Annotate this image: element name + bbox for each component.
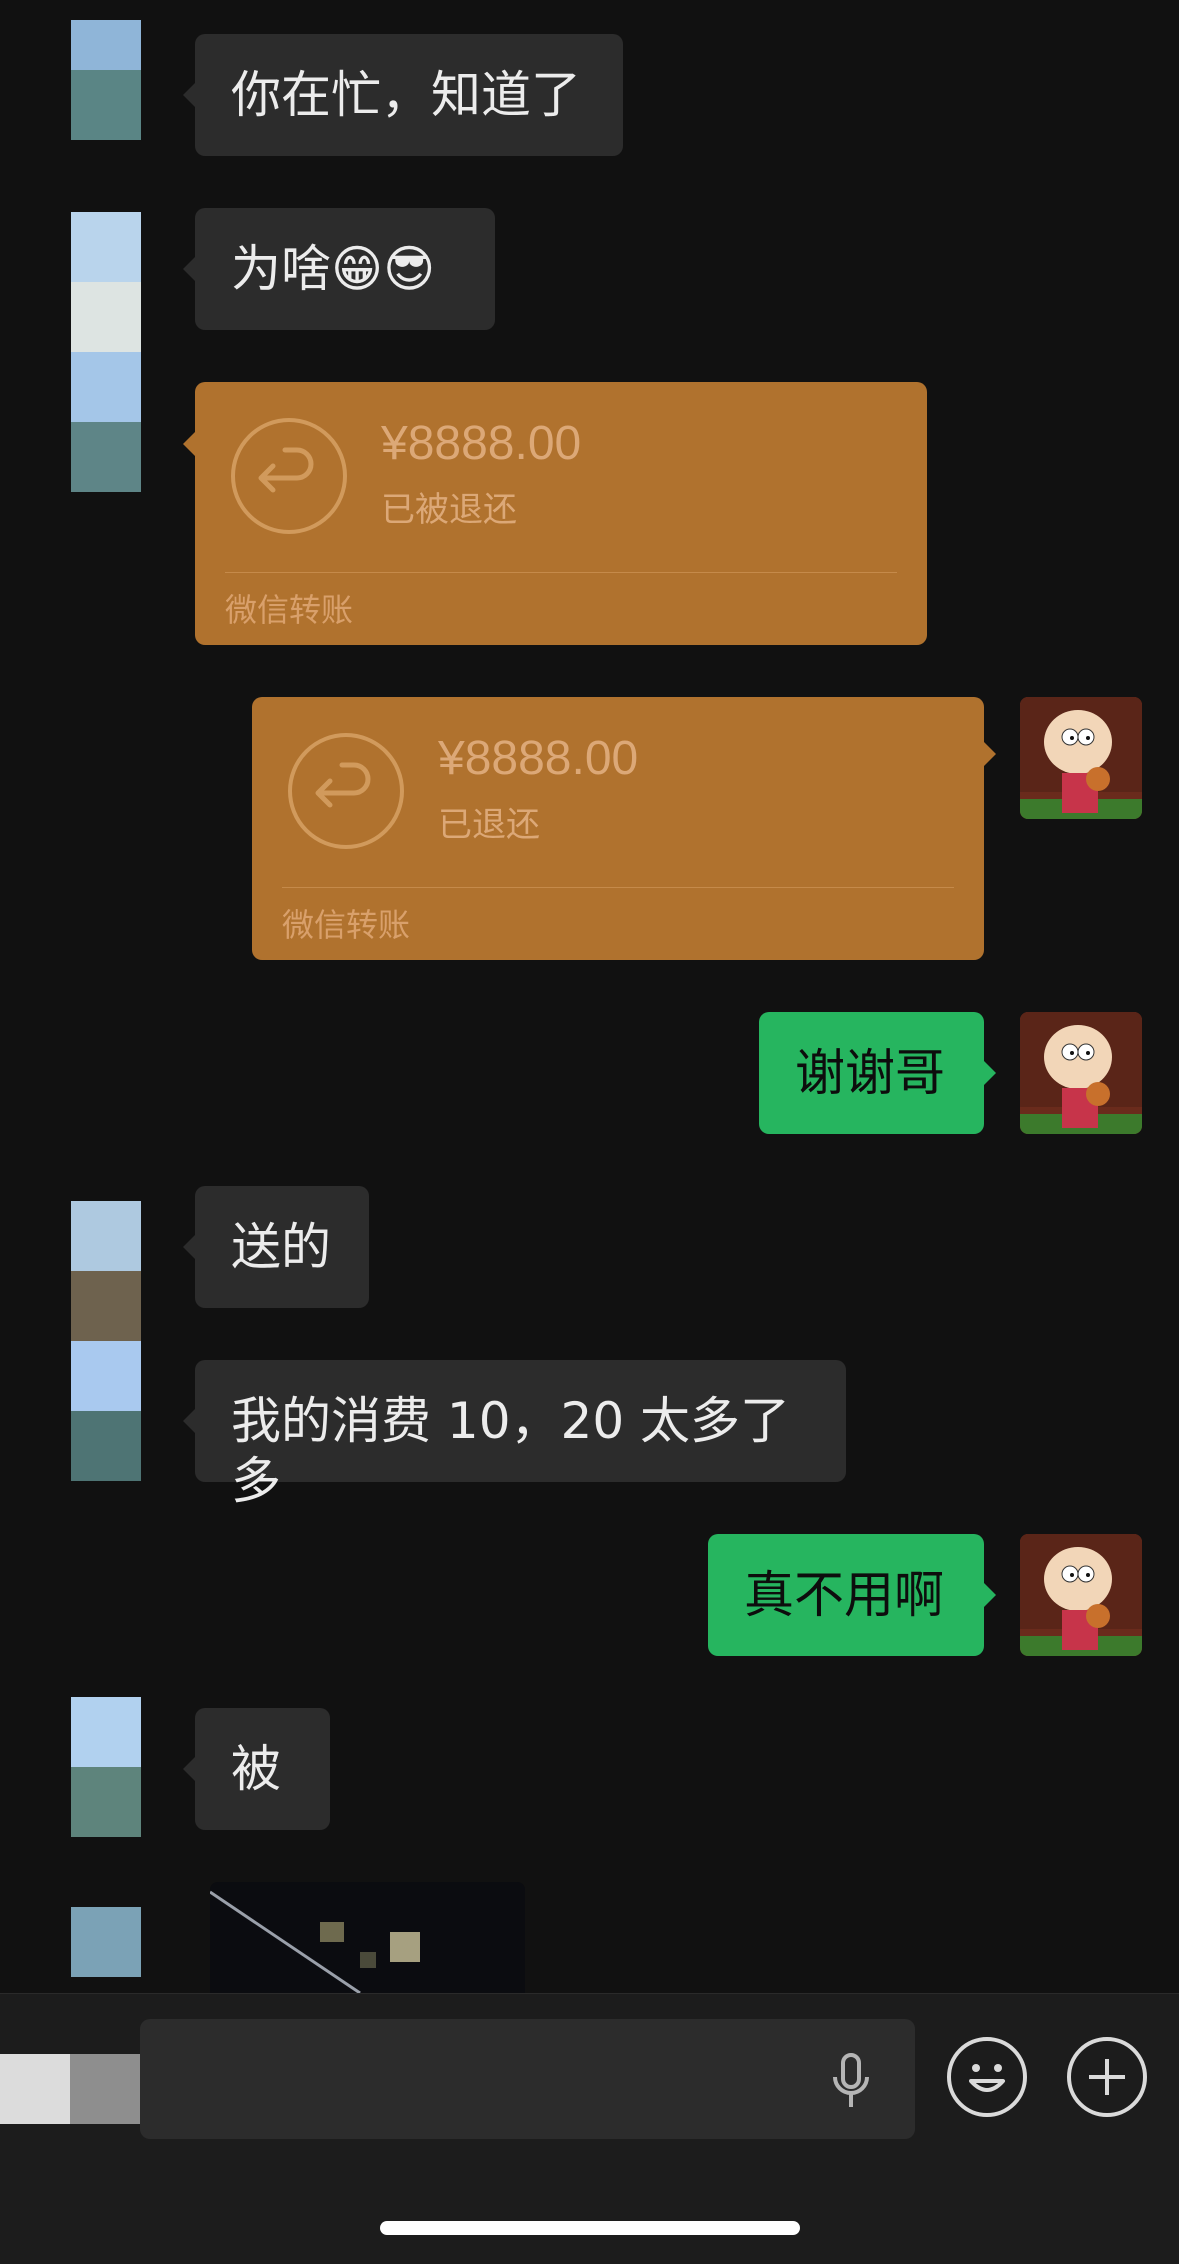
outgoing-message-bubble[interactable]: 谢谢哥 xyxy=(759,1012,996,1134)
smiley-icon[interactable] xyxy=(947,2037,1027,2117)
incoming-message-bubble[interactable]: 我的消费 10，20 太多了多 xyxy=(183,1360,846,1510)
message-input[interactable] xyxy=(140,2019,915,2139)
incoming-message-bubble[interactable]: 送的 xyxy=(183,1186,369,1308)
contact-avatar[interactable] xyxy=(71,1907,141,1977)
chat-screen: 你在忙，知道了 为啥😁😎 ¥8888.00 已被退还 微信转账 ¥8888.00… xyxy=(0,0,1179,2264)
divider xyxy=(225,572,897,573)
my-avatar[interactable] xyxy=(1020,1012,1142,1134)
microphone-icon[interactable] xyxy=(831,2053,871,2115)
transfer-card-outgoing[interactable]: ¥8888.00 已退还 微信转账 xyxy=(252,697,996,960)
contact-avatar[interactable] xyxy=(71,20,141,140)
image-message[interactable] xyxy=(210,1882,525,1993)
contact-avatar[interactable] xyxy=(71,1201,141,1481)
transfer-amount: ¥8888.00 xyxy=(438,732,639,785)
transfer-amount: ¥8888.00 xyxy=(381,417,582,470)
divider xyxy=(282,887,954,888)
transfer-label: 微信转账 xyxy=(282,906,411,944)
transfer-status: 已退还 xyxy=(438,805,540,845)
transfer-label: 微信转账 xyxy=(225,591,354,629)
transfer-card-incoming[interactable]: ¥8888.00 已被退还 微信转账 xyxy=(183,382,927,645)
contact-avatar[interactable] xyxy=(71,212,141,492)
plus-circle-icon[interactable] xyxy=(1067,2037,1147,2117)
contact-avatar[interactable] xyxy=(71,1697,141,1837)
message-text: 被 xyxy=(231,1740,281,1798)
message-text: 谢谢哥 xyxy=(795,1044,945,1102)
my-avatar[interactable] xyxy=(1020,1534,1142,1656)
home-indicator[interactable] xyxy=(380,2221,800,2235)
return-arrow-icon xyxy=(231,418,347,534)
message-text: 真不用啊 xyxy=(744,1566,944,1624)
incoming-message-bubble[interactable]: 被 xyxy=(183,1708,330,1830)
incoming-message-bubble[interactable]: 你在忙，知道了 xyxy=(183,34,623,156)
mosaic-block xyxy=(0,2054,70,2124)
return-arrow-icon xyxy=(288,733,404,849)
transfer-status: 已被退还 xyxy=(381,490,517,530)
message-text: 为啥😁😎 xyxy=(231,240,436,298)
mosaic-block xyxy=(70,2054,140,2124)
outgoing-message-bubble[interactable]: 真不用啊 xyxy=(708,1534,996,1656)
incoming-message-bubble[interactable]: 为啥😁😎 xyxy=(183,208,495,330)
message-text: 送的 xyxy=(231,1218,331,1276)
message-text: 你在忙，知道了 xyxy=(231,66,581,124)
my-avatar[interactable] xyxy=(1020,697,1142,819)
message-text: 我的消费 10，20 太多了多 xyxy=(231,1392,791,1510)
